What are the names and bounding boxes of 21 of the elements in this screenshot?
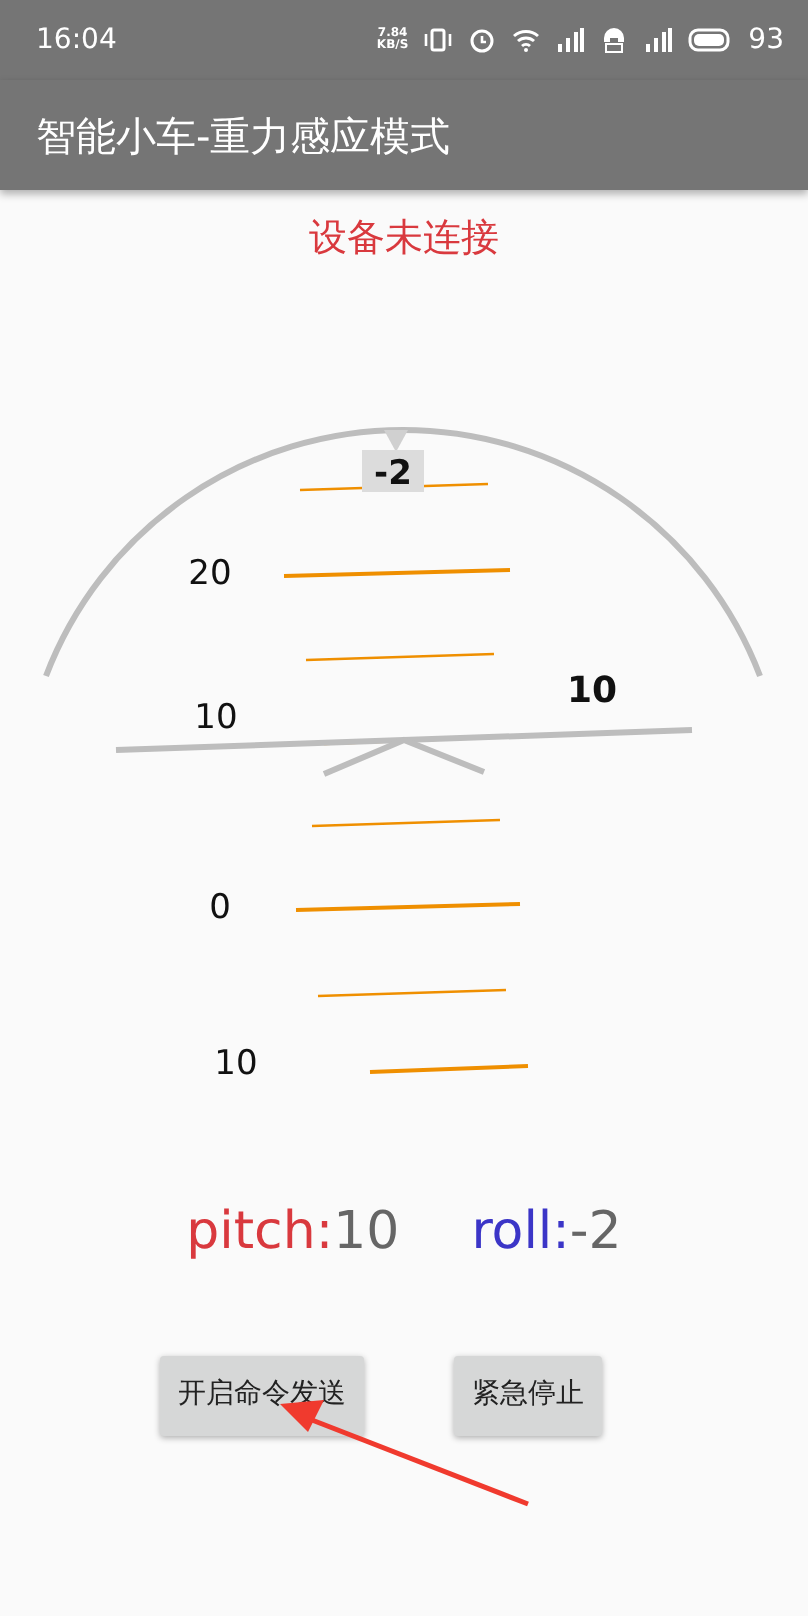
command-button[interactable]: 紧急停止: [454, 1355, 602, 1435]
signal-icon: [644, 26, 673, 54]
pitch-value-label: 10: [566, 669, 618, 711]
battery-icon: [688, 26, 733, 54]
signal-icon: [556, 26, 585, 54]
pitch-scale-label: 20: [188, 553, 232, 593]
hd-call-icon: [600, 26, 629, 54]
status-time: 16:04: [36, 21, 117, 59]
pitch-scale-label: 0: [209, 887, 231, 927]
reading-text: roll:-2: [471, 1199, 622, 1265]
connection-status: 设备未连接: [309, 216, 499, 260]
alarm-icon: [468, 26, 497, 54]
wifi-icon: [512, 26, 541, 54]
pitch-scale-label: 10: [194, 697, 238, 737]
vibrate-icon: [424, 26, 453, 54]
roll-value-label: -2: [362, 449, 424, 493]
reading-text: pitch:10: [186, 1199, 400, 1265]
pitch-scale-label: 10: [214, 1043, 258, 1083]
app-title: 智能小车-重力感应模式: [36, 109, 451, 163]
roll-pointer: [384, 429, 408, 451]
battery-level: 93: [748, 21, 784, 59]
